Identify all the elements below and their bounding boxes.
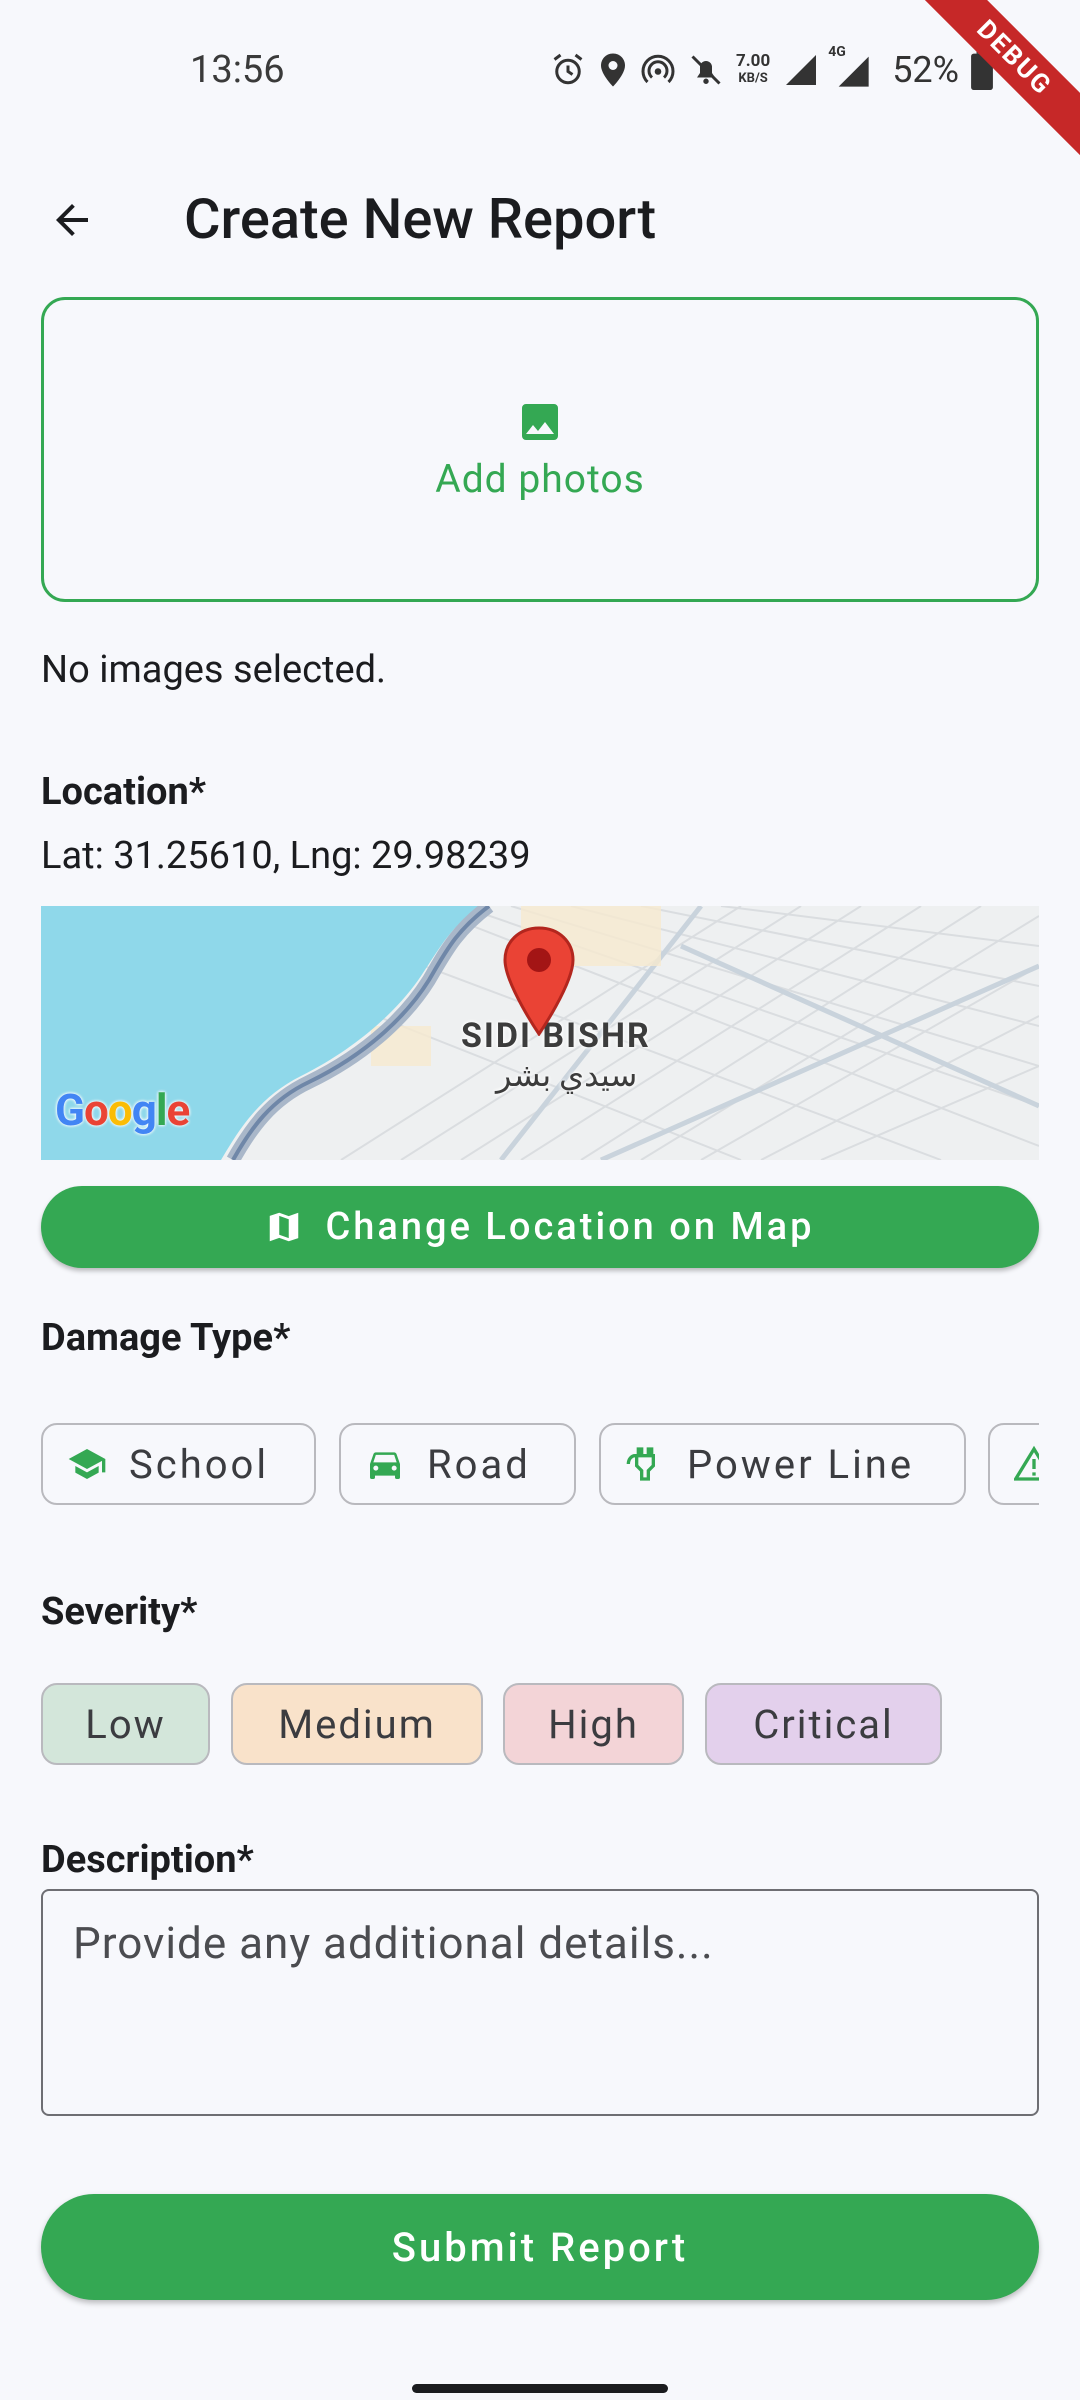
map-pin-icon: [503, 926, 575, 1036]
severity-chip-label: High: [548, 1700, 639, 1748]
status-icons: 7.00 KB/S 4G 52%: [550, 44, 993, 94]
google-attribution: Google: [55, 1084, 190, 1136]
bell-off-icon: [691, 55, 721, 85]
add-photos-button[interactable]: Add photos: [41, 297, 1039, 602]
status-bar: 13:56 7.00 KB/S 4G 52% DEBUG: [0, 0, 1080, 166]
arrow-left-icon: [56, 204, 88, 236]
net-speed-value: 7.00: [736, 51, 771, 71]
power-plug-icon: [626, 1447, 655, 1481]
map-icon: [270, 1212, 299, 1242]
signal-icon: [786, 55, 817, 85]
hotspot-icon: [641, 54, 675, 84]
damage-chip-school[interactable]: School: [41, 1423, 316, 1505]
severity-chip-high[interactable]: High: [503, 1683, 684, 1765]
photos-status: No images selected.: [41, 648, 387, 692]
damage-type-label: Damage Type*: [41, 1316, 291, 1360]
image-icon: [522, 403, 558, 440]
car-icon: [370, 1452, 400, 1479]
location-label: Location*: [41, 770, 207, 814]
description-placeholder: Provide any additional details...: [73, 1917, 714, 1969]
battery-percent: 52%: [892, 49, 960, 91]
page-title: Create New Report: [184, 186, 657, 252]
location-coords: Lat: 31.25610, Lng: 29.98239: [41, 834, 531, 878]
change-location-button[interactable]: Change Location on Map: [41, 1186, 1039, 1268]
severity-chip-critical[interactable]: Critical: [705, 1683, 942, 1765]
damage-type-chips: School Road Power Line: [41, 1423, 1039, 1507]
app-bar: Create New Report: [0, 144, 1080, 304]
damage-chip-other[interactable]: [988, 1423, 1039, 1505]
alarm-icon: [553, 53, 583, 85]
severity-label: Severity*: [41, 1590, 198, 1634]
severity-chip-label: Low: [85, 1700, 166, 1748]
add-photos-label: Add photos: [435, 455, 645, 502]
damage-chip-power-line[interactable]: Power Line: [599, 1423, 966, 1505]
school-icon: [68, 1449, 106, 1479]
damage-chip-label: School: [129, 1440, 270, 1488]
damage-chip-road[interactable]: Road: [339, 1423, 576, 1505]
submit-report-button[interactable]: Submit Report: [41, 2194, 1039, 2300]
back-button[interactable]: [36, 184, 108, 256]
home-indicator[interactable]: [412, 2384, 668, 2393]
change-location-label: Change Location on Map: [325, 1205, 815, 1249]
severity-chip-low[interactable]: Low: [41, 1683, 210, 1765]
damage-chip-label: Power Line: [687, 1440, 915, 1488]
damage-chip-label: Road: [427, 1440, 531, 1488]
net-speed: 7.00 KB/S: [736, 53, 770, 87]
description-input[interactable]: Provide any additional details...: [41, 1889, 1039, 2116]
description-label: Description*: [41, 1838, 254, 1882]
severity-chip-medium[interactable]: Medium: [231, 1683, 483, 1765]
network-label: 4G: [828, 44, 846, 60]
signal-4g-icon: 4G: [828, 44, 872, 90]
location-icon: [601, 53, 625, 87]
warning-icon: [1014, 1445, 1039, 1481]
map-place-label-arabic: سيدي بشر: [496, 1056, 638, 1094]
severity-chip-label: Critical: [753, 1700, 894, 1748]
create-report-screen: 13:56 7.00 KB/S 4G 52% DEBUG Create New …: [0, 0, 1080, 2400]
location-map[interactable]: SIDI BISHR سيدي بشر Google: [41, 906, 1039, 1160]
severity-chip-label: Medium: [278, 1700, 436, 1748]
status-time: 13:56: [190, 48, 285, 92]
submit-report-label: Submit Report: [391, 2223, 689, 2271]
net-speed-unit: KB/S: [738, 71, 768, 86]
